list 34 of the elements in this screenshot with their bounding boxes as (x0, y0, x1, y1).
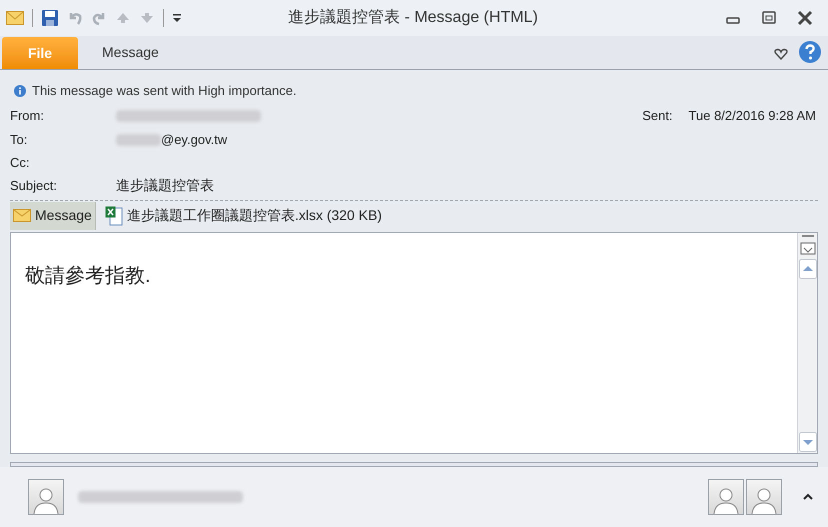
body-text: 敬請參考指教. (25, 265, 151, 287)
undo-icon[interactable] (67, 10, 83, 26)
collapse-icon[interactable] (802, 492, 814, 502)
to-label: To: (10, 130, 28, 149)
heart-icon[interactable] (774, 48, 788, 60)
close-icon[interactable] (796, 9, 814, 27)
envelope-icon (13, 209, 31, 222)
maximize-icon[interactable] (760, 9, 778, 27)
subject-label: Subject: (10, 176, 58, 195)
importance-notice: This message was sent with High importance. (32, 82, 296, 100)
ribbon-tab[interactable]: Message (78, 37, 183, 69)
info-icon (14, 85, 26, 97)
recipient-address: @ey.gov.tw (161, 130, 228, 149)
subject-text: 進步議題控管表 (116, 176, 214, 195)
person-icon[interactable] (708, 479, 744, 515)
save-icon[interactable] (41, 9, 59, 27)
from-label: From: (10, 107, 45, 126)
envelope-icon (6, 11, 24, 25)
dropdown-icon[interactable] (172, 12, 182, 24)
spreadsheet-icon (104, 206, 123, 226)
help-icon[interactable] (798, 40, 822, 64)
scroll-up-icon[interactable] (798, 259, 816, 279)
person-icon[interactable] (746, 479, 782, 515)
message-tab[interactable]: Message (10, 202, 96, 230)
sent-label: Sent: (642, 107, 673, 126)
scrollbar[interactable] (797, 233, 817, 453)
attachment-item[interactable]: 進步議題工作圈議題控管表.xlsx (320 KB) (102, 202, 385, 230)
scroll-down-icon[interactable] (798, 432, 816, 452)
window-title: 進步議題控管表 - Message (HTML) (288, 8, 538, 28)
sent-date: Tue 8/2/2016 9:28 AM (688, 107, 816, 126)
redo-icon[interactable] (91, 10, 107, 26)
redacted-text (116, 134, 161, 146)
cc-label: Cc: (10, 154, 30, 172)
person-icon[interactable] (28, 479, 64, 515)
